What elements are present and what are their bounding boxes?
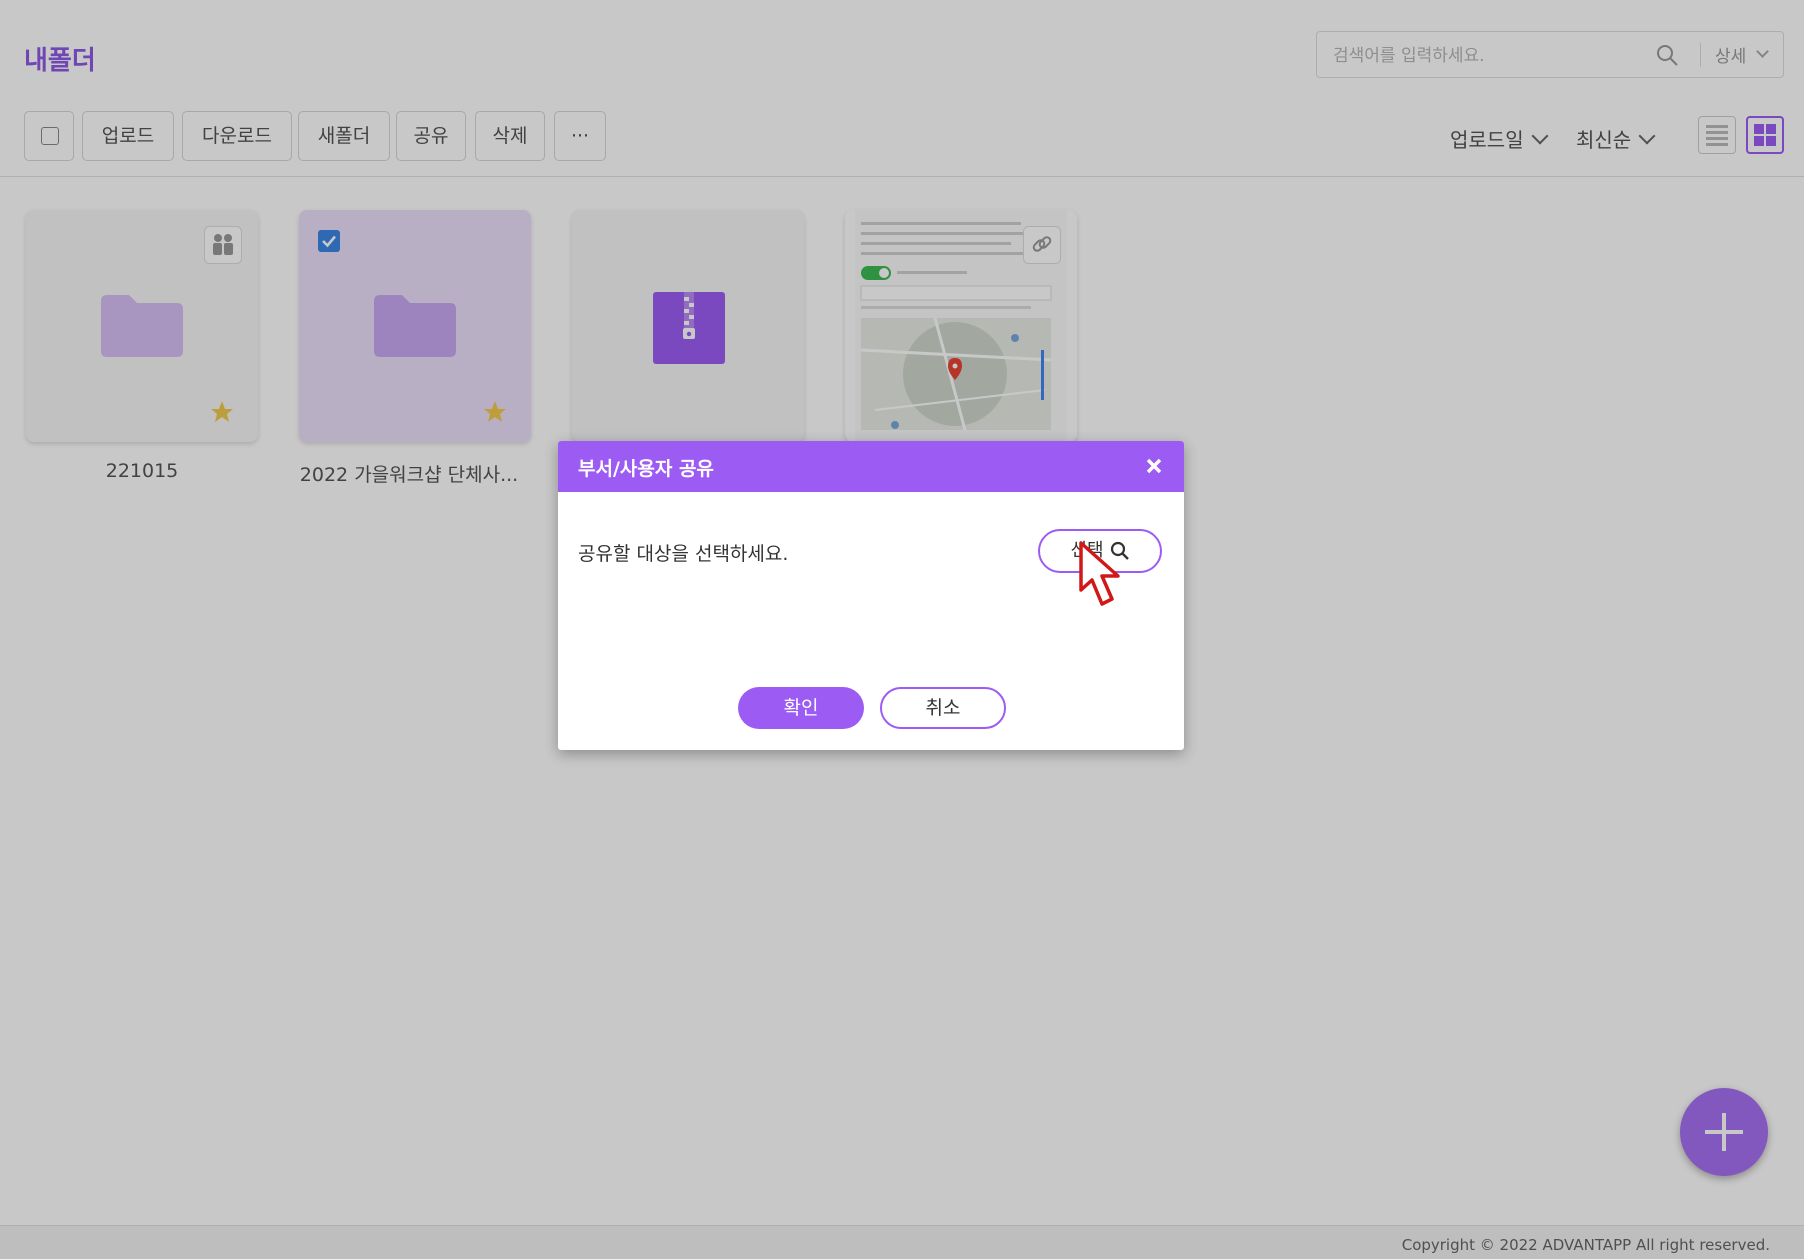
- confirm-button[interactable]: 확인: [738, 687, 864, 729]
- mouse-pointer-icon: [1079, 541, 1120, 606]
- close-icon[interactable]: [1146, 458, 1162, 474]
- dialog-message: 공유할 대상을 선택하세요.: [578, 543, 789, 565]
- dialog-header: 부서/사용자 공유: [558, 441, 1184, 492]
- dialog-title: 부서/사용자 공유: [578, 458, 714, 480]
- cancel-button[interactable]: 취소: [880, 687, 1006, 729]
- file-manager-app: 내폴더 상세 업로드 다운로드 새폴더 공유 삭제 ··· 업로드일 최신순: [0, 0, 1804, 1260]
